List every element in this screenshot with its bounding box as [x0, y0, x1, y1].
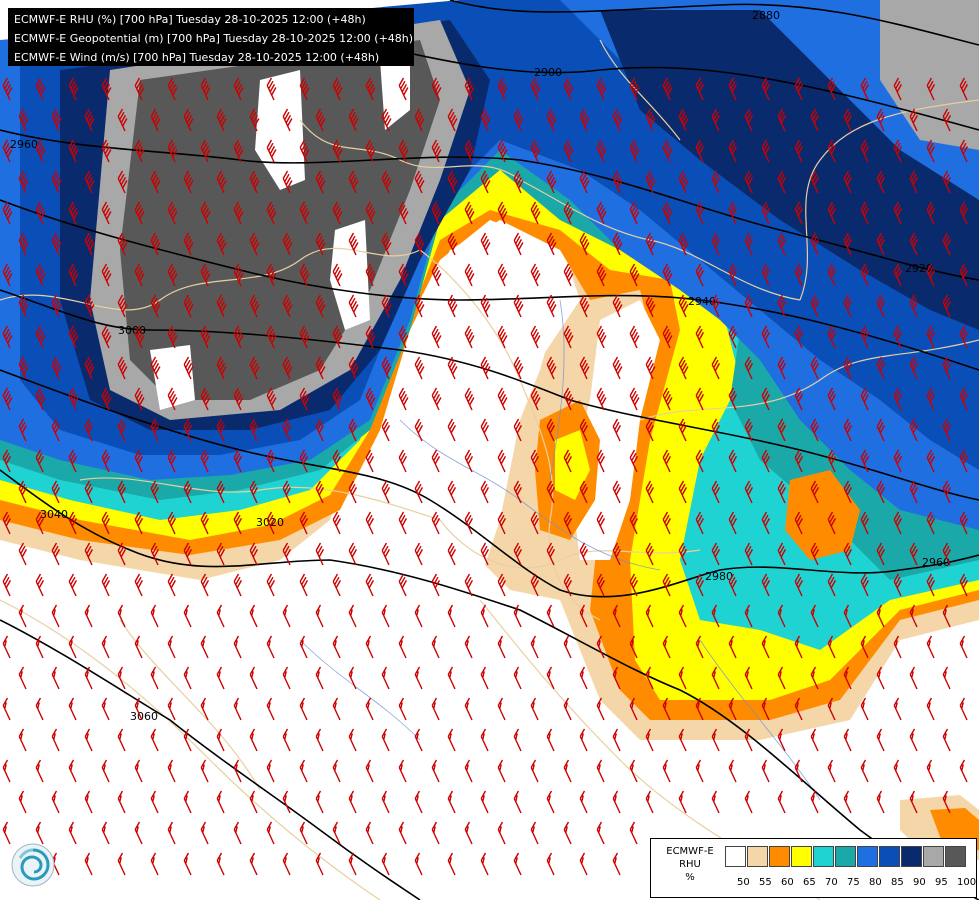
rhu-legend: ECMWF-E RHU % 50 55 60 65 70 75 80 85 90 95 100: [650, 838, 977, 898]
legend-swatch: [879, 846, 900, 867]
legend-tick-label: 85: [891, 877, 904, 888]
legend-swatch: [923, 846, 944, 867]
legend-tick-label: 65: [803, 877, 816, 888]
contour-label-3040: 3040: [40, 508, 68, 521]
legend-tick-label: 80: [869, 877, 882, 888]
header-line-wind: ECMWF-E Wind (m/s) [700 hPa] Tuesday 28-…: [14, 51, 380, 64]
legend-swatch: [813, 846, 834, 867]
meteo-logo-icon: [10, 842, 56, 888]
contour-label-2880: 2880: [752, 9, 780, 22]
map-header: ECMWF-E RHU (%) [700 hPa] Tuesday 28-10-…: [8, 8, 414, 66]
legend-swatch: [769, 846, 790, 867]
rhu-map: 2880 2900 2960 3000 2920 2940 3040 3020 …: [0, 0, 979, 900]
legend-tick-label: 60: [781, 877, 794, 888]
legend-swatch: [835, 846, 856, 867]
contour-label-2960-west: 2960: [10, 138, 38, 151]
legend-tick-label: 75: [847, 877, 860, 888]
legend-swatch: [747, 846, 768, 867]
legend-tick-label: 55: [759, 877, 772, 888]
legend-tick-label: 95: [935, 877, 948, 888]
legend-title: ECMWF-E RHU %: [666, 846, 714, 883]
contour-label-2900: 2900: [534, 66, 562, 79]
header-line-geopotential: ECMWF-E Geopotential (m) [700 hPa] Tuesd…: [14, 32, 414, 45]
legend-ticks: 50 55 60 65 70 75 80 85 90 95 100: [725, 877, 977, 891]
legend-swatch: [791, 846, 812, 867]
contour-label-2960-east: 2960: [922, 556, 950, 569]
legend-swatch: [725, 846, 746, 867]
legend-swatch: [901, 846, 922, 867]
header-line-rhu: ECMWF-E RHU (%) [700 hPa] Tuesday 28-10-…: [14, 13, 366, 26]
legend-swatches: [725, 846, 967, 867]
legend-tick-label: 90: [913, 877, 926, 888]
legend-tick-label: 70: [825, 877, 838, 888]
legend-tick-label: 50: [737, 877, 750, 888]
contour-label-3060: 3060: [130, 710, 158, 723]
legend-tick-label: 100: [957, 877, 977, 888]
contour-label-3000: 3000: [118, 324, 146, 337]
legend-swatch: [945, 846, 966, 867]
legend-swatch: [857, 846, 878, 867]
contour-label-2940: 2940: [688, 295, 716, 308]
